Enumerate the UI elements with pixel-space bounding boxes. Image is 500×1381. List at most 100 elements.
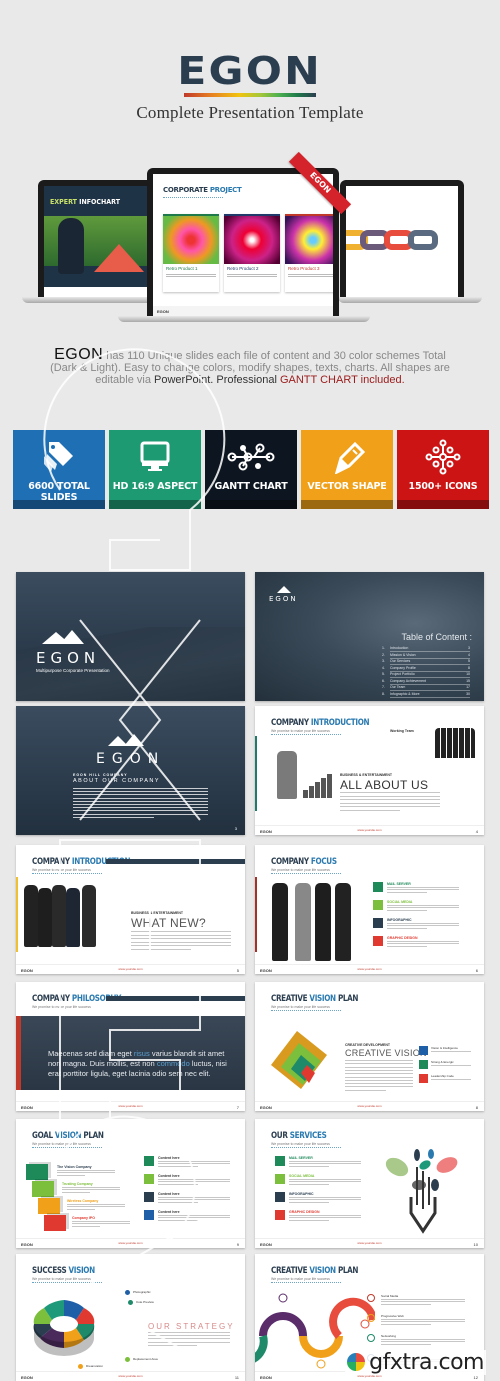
slide-title: GOAL VISION PLAN bbox=[32, 1131, 104, 1141]
team-member-image bbox=[82, 885, 96, 947]
slide-preview-infochart: EXPERT INFOCHART bbox=[44, 186, 152, 297]
pen-icon bbox=[301, 440, 393, 474]
placeholder-text-line bbox=[345, 1069, 413, 1071]
product-label: Retro Product 3 bbox=[288, 266, 320, 271]
placeholder-text-line bbox=[73, 788, 208, 789]
slide-title: CREATIVE VISION PLAN bbox=[271, 994, 359, 1004]
product-label: Retro Product 2 bbox=[227, 266, 259, 271]
toc-item[interactable]: 1. Introduction 3 bbox=[382, 646, 470, 652]
service-icon bbox=[275, 1156, 285, 1166]
brand-logo: EGON bbox=[177, 49, 323, 93]
service-label: GRAPHIC DESIGN bbox=[387, 936, 418, 940]
team-member-image bbox=[295, 883, 311, 961]
toc-item[interactable]: 2. Mission & Vision 4 bbox=[382, 653, 470, 659]
service-icon bbox=[373, 900, 383, 910]
watermark-text: gfxtra.com bbox=[345, 1350, 486, 1375]
service-icon bbox=[419, 1046, 428, 1055]
slide-title: EXPERT INFOCHART bbox=[50, 198, 120, 206]
placeholder-text-line bbox=[73, 794, 208, 796]
placeholder-text-line bbox=[131, 938, 231, 939]
header-bar bbox=[106, 859, 245, 864]
toc-item[interactable]: 4. Company Profile 8 bbox=[382, 666, 470, 672]
slide-footer bbox=[44, 287, 152, 297]
feature-tile-icons: 1500+ ICONS bbox=[397, 430, 489, 509]
product-label: Retro Product 1 bbox=[166, 266, 198, 271]
feature-tile-vector: VECTOR SHAPE bbox=[301, 430, 393, 509]
growth-bar bbox=[303, 790, 308, 798]
placeholder-text-line bbox=[345, 1086, 413, 1088]
slide-company-philosophy[interactable]: COMPANY PHILOSOPHY We promise to make yo… bbox=[16, 982, 245, 1111]
placeholder-text-line bbox=[73, 813, 208, 815]
slide-success-vision[interactable]: SUCCESS VISION We promise to make your l… bbox=[16, 1254, 245, 1381]
watermark-logo-icon bbox=[347, 1353, 366, 1371]
placeholder-text-line bbox=[148, 1332, 230, 1333]
slide-company-introduction-2[interactable]: COMPANY INTRODUCTION We promise to make … bbox=[16, 845, 245, 974]
service-label: Content here bbox=[158, 1156, 180, 1160]
placeholder-text-line bbox=[345, 1083, 413, 1085]
chain-link bbox=[408, 230, 438, 250]
feature-tile-slides: 6600 TOTAL SLIDES bbox=[13, 430, 105, 509]
goal-step-block bbox=[44, 1215, 66, 1231]
team-member-image bbox=[335, 883, 351, 961]
placeholder-text-line bbox=[148, 1341, 230, 1343]
tag-icon bbox=[13, 440, 105, 474]
toc-item[interactable]: 8. Infographic & More 30 bbox=[382, 692, 470, 698]
placeholder-text-line bbox=[73, 797, 208, 799]
description-brand: EGON bbox=[54, 346, 104, 363]
pyramid-chart bbox=[271, 1031, 327, 1089]
growth-bar bbox=[309, 786, 314, 798]
feature-tiles: 6600 TOTAL SLIDES HD 16:9 ASPECT GANTT C… bbox=[13, 430, 489, 509]
laptop-mockup-left: EXPERT INFOCHART bbox=[38, 180, 158, 297]
team-member-image bbox=[66, 888, 80, 947]
service-label: INFOGRAPHIC bbox=[387, 918, 412, 922]
timeline-icon bbox=[367, 1294, 375, 1302]
service-icon bbox=[419, 1060, 428, 1069]
service-label: GRAPHIC DESIGN bbox=[289, 1210, 320, 1214]
slide-cover[interactable]: EGON Multipurpose Corporate Presentation bbox=[16, 572, 245, 701]
service-label: SOCIAL MEDIA bbox=[387, 900, 413, 904]
service-icon bbox=[144, 1174, 154, 1184]
slide-table-of-content[interactable]: EGON Table of Content : 1. Introduction 3 2… bbox=[255, 572, 484, 701]
slide-our-services[interactable]: OUR SERVICES We promise to make your lif… bbox=[255, 1119, 484, 1248]
service-icon bbox=[144, 1192, 154, 1202]
laptop-base bbox=[118, 316, 370, 322]
network-icon bbox=[205, 440, 297, 474]
slide-heading: WHAT NEW? bbox=[131, 916, 206, 930]
slide-title: COMPANY FOCUS bbox=[271, 857, 337, 867]
slide-company-introduction-1[interactable]: COMPANY INTRODUCTION We promise to make … bbox=[255, 706, 484, 835]
placeholder-text-line bbox=[340, 802, 440, 804]
ring-chart-3d bbox=[33, 1300, 95, 1356]
title-underline bbox=[163, 196, 223, 198]
mountain-shape bbox=[94, 244, 144, 272]
slide-goal-vision-plan[interactable]: GOAL VISION PLAN We promise to make your… bbox=[16, 1119, 245, 1248]
philosophy-quote: Maecenas sed diam eget risus varius blan… bbox=[48, 1049, 227, 1078]
feature-tile-aspect: HD 16:9 ASPECT bbox=[109, 430, 201, 509]
businessman-image bbox=[58, 218, 84, 274]
slide-creative-vision-plan[interactable]: CREATIVE VISION PLAN We promise to make … bbox=[255, 982, 484, 1111]
slide-heading: ABOUT OUR COMPANY bbox=[73, 778, 161, 784]
feature-tile-gantt: GANTT CHART bbox=[205, 430, 297, 509]
toc-item[interactable]: 6. Company Achievement 15 bbox=[382, 679, 470, 685]
slide-about-company[interactable]: EGON EGON HILL COMPANY ABOUT OUR COMPANY… bbox=[16, 706, 245, 835]
brand-tagline: Complete Presentation Template bbox=[136, 103, 364, 122]
product-card: Retro Product 3 bbox=[285, 214, 333, 292]
mountain-logo-icon bbox=[277, 586, 291, 593]
service-label: MAIL SERVER bbox=[289, 1156, 313, 1160]
toc-item[interactable]: 3. Our Services 5 bbox=[382, 659, 470, 665]
toc-item[interactable]: 7. Our Team 17 bbox=[382, 685, 470, 691]
slide-company-focus[interactable]: COMPANY FOCUS We promise to make your li… bbox=[255, 845, 484, 974]
timeline-icon bbox=[367, 1314, 375, 1322]
monitor-icon bbox=[109, 440, 201, 474]
service-label: Content here bbox=[158, 1174, 180, 1178]
businesswoman-image bbox=[277, 751, 297, 799]
placeholder-text-line bbox=[131, 948, 191, 950]
placeholder-text-line bbox=[345, 1089, 386, 1091]
placeholder-text-line bbox=[345, 1066, 413, 1068]
placeholder-text-line bbox=[73, 807, 208, 809]
service-icon bbox=[373, 882, 383, 892]
placeholder-text-line bbox=[73, 791, 208, 793]
placeholder-text-line bbox=[340, 792, 440, 793]
toc-item[interactable]: 5. Project Portfolio 10 bbox=[382, 672, 470, 678]
brand-header: EGON Complete Presentation Template bbox=[0, 52, 500, 123]
slide-footer: EGON bbox=[153, 306, 333, 316]
